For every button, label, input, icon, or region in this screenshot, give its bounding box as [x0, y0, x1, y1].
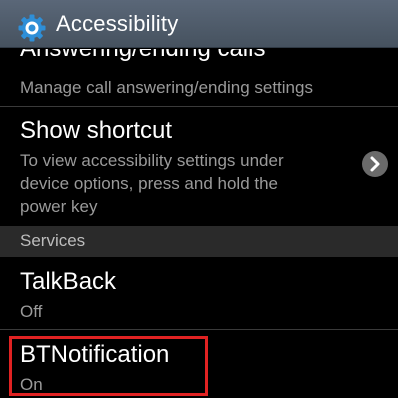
item-status: Off — [20, 302, 43, 321]
list-item-talkback[interactable]: TalkBack Off — [0, 257, 398, 329]
highlight-box — [9, 336, 208, 396]
item-subtitle: Manage call answering/ending settings — [20, 78, 313, 97]
item-title: TalkBack — [20, 268, 117, 295]
page-title: Accessibility — [56, 11, 179, 36]
item-title: Show shortcut — [20, 117, 173, 144]
gear-icon[interactable] — [17, 13, 47, 43]
chevron-right-icon[interactable] — [362, 151, 388, 177]
section-header-services: Services — [0, 226, 398, 257]
item-title: Answering/ending calls — [20, 49, 265, 63]
item-subtitle-line: power key — [20, 197, 98, 216]
title-bar: Accessibility — [0, 0, 398, 48]
list-item-answering-calls[interactable]: Answering/ending calls Manage call answe… — [0, 49, 398, 103]
list-item-show-shortcut[interactable]: Show shortcut To view accessibility sett… — [0, 107, 398, 221]
section-label: Services — [20, 231, 86, 250]
item-subtitle-line: device options, press and hold the — [20, 174, 279, 193]
item-subtitle-line: To view accessibility settings under — [20, 151, 284, 170]
